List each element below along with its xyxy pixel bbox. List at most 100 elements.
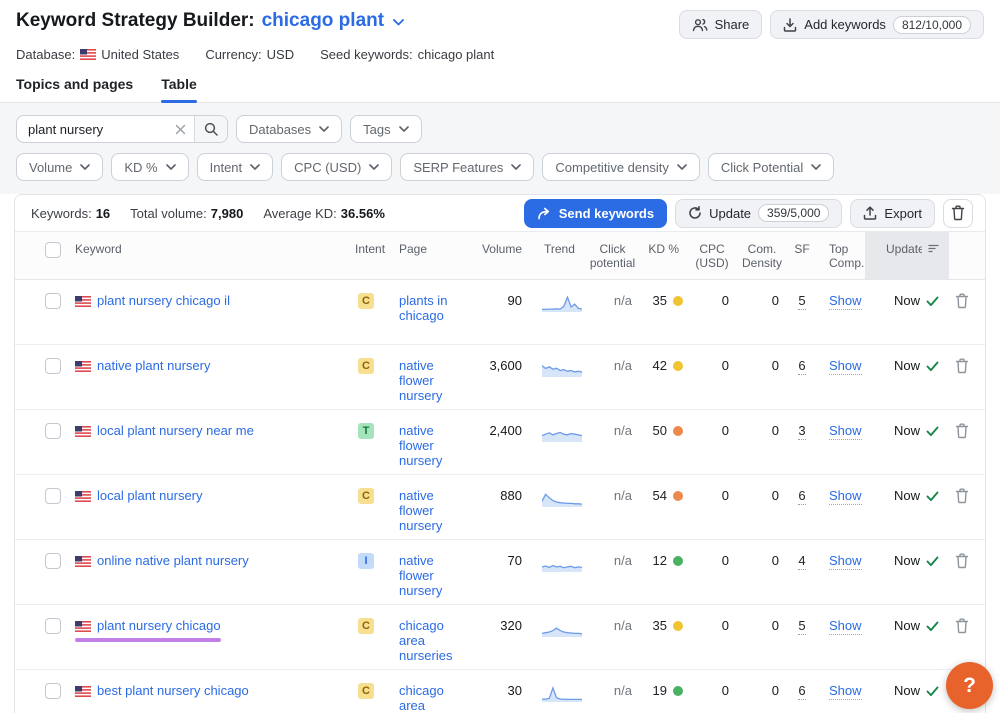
filter-dropdown-serp-features[interactable]: SERP Features (400, 153, 534, 181)
show-top-competitors-link[interactable]: Show (829, 358, 862, 375)
filter-dropdown-cpc-usd-[interactable]: CPC (USD) (281, 153, 392, 181)
show-top-competitors-link[interactable]: Show (829, 618, 862, 635)
filter-dropdown-competitive-density[interactable]: Competitive density (542, 153, 699, 181)
page-link[interactable]: chicago area nurseries (399, 683, 457, 713)
send-keywords-button[interactable]: Send keywords (524, 199, 667, 228)
total-volume: Total volume:7,980 (130, 206, 243, 221)
update-button[interactable]: Update 359/5,000 (675, 199, 842, 228)
intent-badge[interactable]: C (358, 293, 374, 309)
table-body: plant nursery chicago il C plants in chi… (15, 280, 985, 713)
serp-features-count[interactable]: 4 (798, 553, 805, 570)
filter-dropdown-intent[interactable]: Intent (197, 153, 274, 181)
serp-features-count[interactable]: 6 (798, 683, 805, 700)
export-button[interactable]: Export (850, 199, 935, 228)
page-link[interactable]: native flower nursery (399, 423, 457, 468)
row-trash-icon[interactable] (955, 358, 969, 374)
col-keyword[interactable]: Keyword (61, 232, 345, 279)
filter-dropdown-volume[interactable]: Volume (16, 153, 103, 181)
row-trash-icon[interactable] (955, 488, 969, 504)
help-button[interactable]: ? (946, 662, 993, 709)
col-kd[interactable]: KD % (640, 232, 687, 279)
search-button[interactable] (194, 116, 227, 142)
row-trash-icon[interactable] (955, 293, 969, 309)
keyword-link[interactable]: local plant nursery (97, 488, 203, 504)
intent-badge[interactable]: C (358, 488, 374, 504)
row-checkbox[interactable] (45, 423, 61, 439)
show-top-competitors-link[interactable]: Show (829, 683, 862, 700)
page-link[interactable]: plants in chicago (399, 293, 457, 323)
database-label: Database: (16, 47, 75, 62)
col-click-potential[interactable]: Click potential (585, 232, 640, 279)
show-top-competitors-link[interactable]: Show (829, 293, 862, 310)
row-checkbox[interactable] (45, 488, 61, 504)
keyword-link[interactable]: local plant nursery near me (97, 423, 254, 439)
table-row: local plant nursery near me T native flo… (15, 410, 985, 475)
show-top-competitors-link[interactable]: Show (829, 488, 862, 505)
row-checkbox[interactable] (45, 293, 61, 309)
row-checkbox[interactable] (45, 553, 61, 569)
col-page[interactable]: Page (387, 232, 467, 279)
keyword-link[interactable]: plant nursery chicago (97, 618, 221, 634)
chevron-down-icon (811, 164, 821, 170)
intent-badge[interactable]: C (358, 683, 374, 699)
serp-features-count[interactable]: 3 (798, 423, 805, 440)
select-all-checkbox[interactable] (45, 242, 61, 258)
col-sf[interactable]: SF (787, 232, 817, 279)
row-checkbox[interactable] (45, 618, 61, 634)
row-trash-icon[interactable] (955, 553, 969, 569)
row-checkbox[interactable] (45, 358, 61, 374)
filter-dropdown-tags[interactable]: Tags (350, 115, 421, 143)
keyword-link[interactable]: native plant nursery (97, 358, 210, 374)
filter-dropdown-click-potential[interactable]: Click Potential (708, 153, 834, 181)
col-com-density[interactable]: Com. Density (737, 232, 787, 279)
table-header: Keyword Intent Page Volume Trend Click p… (15, 231, 985, 280)
serp-features-count[interactable]: 6 (798, 358, 805, 375)
updated-value: Now (865, 670, 949, 713)
share-button[interactable]: Share (679, 10, 763, 39)
keyword-link[interactable]: best plant nursery chicago (97, 683, 249, 699)
page-link[interactable]: native flower nursery (399, 358, 457, 403)
show-top-competitors-link[interactable]: Show (829, 423, 862, 440)
search-input[interactable] (17, 122, 167, 137)
intent-badge[interactable]: C (358, 618, 374, 634)
col-trend[interactable]: Trend (530, 232, 585, 279)
filter-dropdown-kd-[interactable]: KD % (111, 153, 188, 181)
keyword-link[interactable]: plant nursery chicago il (97, 293, 230, 309)
clear-search-icon[interactable] (167, 124, 194, 135)
click-potential-value: n/a (585, 475, 640, 539)
filter-dropdown-databases[interactable]: Databases (236, 115, 342, 143)
intent-badge[interactable]: T (358, 423, 374, 439)
kd-difficulty-dot (673, 556, 683, 566)
add-keywords-button[interactable]: Add keywords 812/10,000 (770, 10, 984, 39)
keyword-search (16, 115, 228, 143)
page-link[interactable]: native flower nursery (399, 488, 457, 533)
com-density-value: 0 (737, 410, 787, 474)
intent-badge[interactable]: I (358, 553, 374, 569)
col-cpc[interactable]: CPC (USD) (687, 232, 737, 279)
project-selector[interactable]: chicago plant (262, 10, 384, 32)
updated-value: Now (865, 410, 949, 474)
col-updated[interactable]: Updated (865, 232, 949, 279)
row-checkbox[interactable] (45, 683, 61, 699)
kd-difficulty-dot (673, 426, 683, 436)
page-link[interactable]: native flower nursery (399, 553, 457, 598)
delete-selected-button[interactable] (943, 199, 973, 228)
us-flag-icon (80, 49, 96, 60)
serp-features-count[interactable]: 5 (798, 618, 805, 635)
serp-features-count[interactable]: 6 (798, 488, 805, 505)
row-trash-icon[interactable] (955, 618, 969, 634)
row-trash-icon[interactable] (955, 423, 969, 439)
intent-badge[interactable]: C (358, 358, 374, 374)
col-intent[interactable]: Intent (345, 232, 387, 279)
keyword-link[interactable]: online native plant nursery (97, 553, 249, 569)
keywords-count: Keywords:16 (31, 206, 110, 221)
col-volume[interactable]: Volume (467, 232, 530, 279)
show-top-competitors-link[interactable]: Show (829, 553, 862, 570)
tab-topics-and-pages[interactable]: Topics and pages (16, 76, 133, 102)
tab-table[interactable]: Table (161, 76, 197, 102)
us-flag-icon (75, 686, 91, 697)
col-top-comp[interactable]: Top Comp. (817, 232, 865, 279)
page-link[interactable]: chicago area nurseries (399, 618, 457, 663)
trend-sparkline (542, 488, 582, 508)
serp-features-count[interactable]: 5 (798, 293, 805, 310)
